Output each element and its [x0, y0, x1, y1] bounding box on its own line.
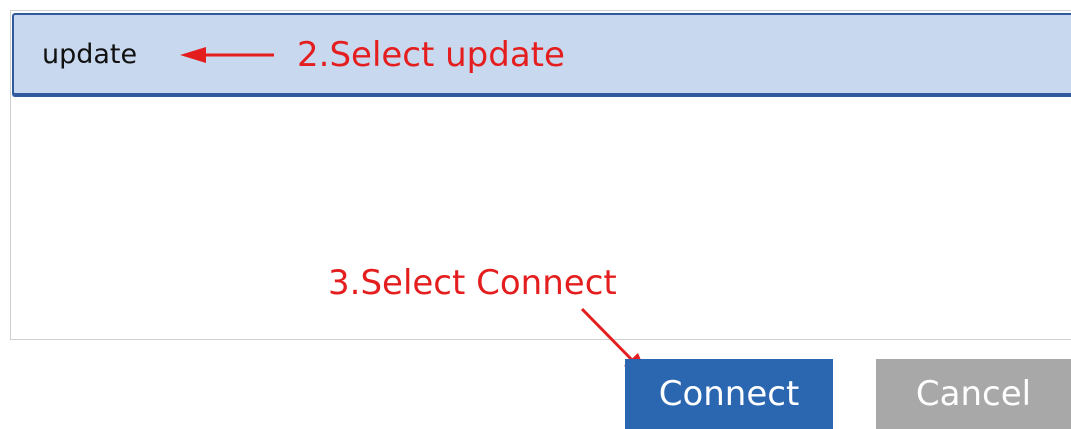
annotation-select-connect: 3.Select Connect [328, 263, 617, 303]
cancel-button[interactable]: Cancel [876, 359, 1071, 429]
connect-button[interactable]: Connect [625, 359, 833, 429]
annotation-select-update: 2.Select update [297, 35, 565, 75]
list-item-label: update [42, 39, 138, 70]
